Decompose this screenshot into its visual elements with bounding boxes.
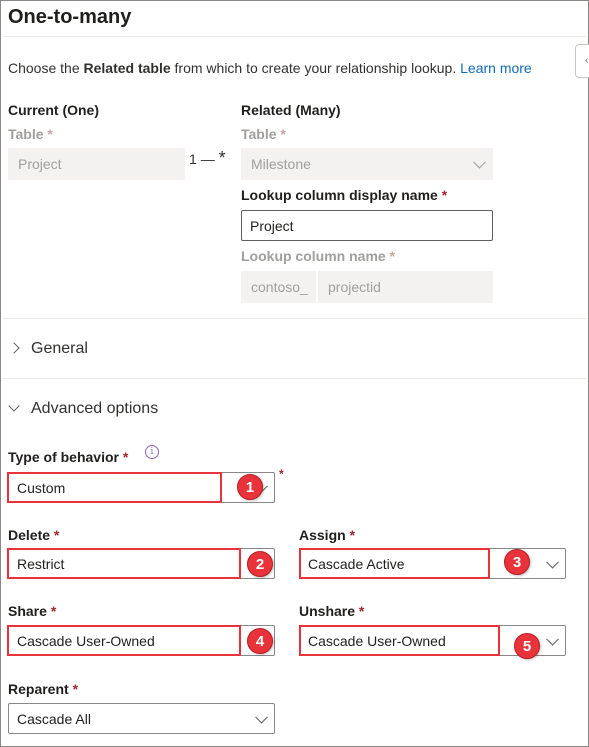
assign-label: Assign * (299, 527, 356, 543)
lookup-prefix-field: contoso_ (241, 271, 316, 303)
callout-badge: 4 (247, 628, 273, 654)
current-table-field: Project (8, 148, 185, 180)
callout-highlight (7, 625, 241, 656)
chevron-down-icon (8, 400, 20, 412)
related-table-dropdown: Milestone (241, 148, 493, 180)
callout-badge: 2 (247, 551, 273, 577)
callout-badge: 5 (514, 633, 540, 659)
lookup-column-name-field: projectid (318, 271, 493, 303)
callout-highlight (7, 472, 222, 503)
current-heading: Current (One) (8, 102, 99, 118)
callout-highlight (299, 625, 500, 656)
share-label: Share * (8, 603, 57, 619)
delete-label: Delete * (8, 527, 60, 543)
general-section-toggle[interactable]: General (0, 330, 585, 366)
intro-text: Choose the Related table from which to c… (8, 60, 532, 76)
info-icon[interactable]: i (145, 445, 159, 459)
intro-suffix: from which to create your relationship l… (170, 60, 461, 76)
reparent-label: Reparent * (8, 681, 79, 697)
callout-highlight (299, 548, 490, 579)
reparent-value: Cascade All (17, 710, 91, 727)
current-table-label: Table * (8, 126, 53, 142)
chevron-down-icon (255, 710, 268, 724)
divider (2, 378, 587, 379)
lookup-name-label: Lookup column name * (241, 248, 396, 264)
advanced-section-toggle[interactable]: Advanced options (0, 390, 585, 426)
type-of-behavior-label: Type of behavior * (8, 449, 129, 465)
callout-badge: 1 (237, 474, 263, 500)
chevron-down-icon (473, 155, 486, 169)
chevron-down-icon (546, 555, 559, 569)
lookup-display-name-input[interactable]: Project (241, 210, 493, 241)
toggle-glyph-icon: ‹ (585, 55, 589, 66)
related-table-label: Table * (241, 126, 286, 142)
lookup-display-label: Lookup column display name * (241, 187, 448, 203)
unshare-label: Unshare * (299, 603, 365, 619)
related-table-value: Milestone (251, 156, 311, 172)
reparent-dropdown[interactable]: Cascade All (8, 703, 275, 734)
callout-highlight (7, 548, 241, 579)
required-marker: * (279, 467, 284, 481)
title-divider (2, 36, 587, 37)
related-heading: Related (Many) (241, 102, 341, 118)
panel-title: One-to-many (8, 6, 132, 28)
relationship-connector: 1 — * (189, 148, 226, 168)
divider (2, 318, 587, 319)
side-panel-toggle-button[interactable]: ‹ (575, 44, 589, 78)
intro-bold: Related table (83, 60, 171, 76)
general-section-label: General (31, 340, 88, 357)
callout-badge: 3 (504, 549, 530, 575)
intro-prefix: Choose the (8, 60, 84, 76)
chevron-down-icon (546, 632, 559, 646)
advanced-section-label: Advanced options (31, 400, 159, 417)
learn-more-link[interactable]: Learn more (460, 60, 532, 76)
chevron-right-icon (8, 342, 20, 354)
